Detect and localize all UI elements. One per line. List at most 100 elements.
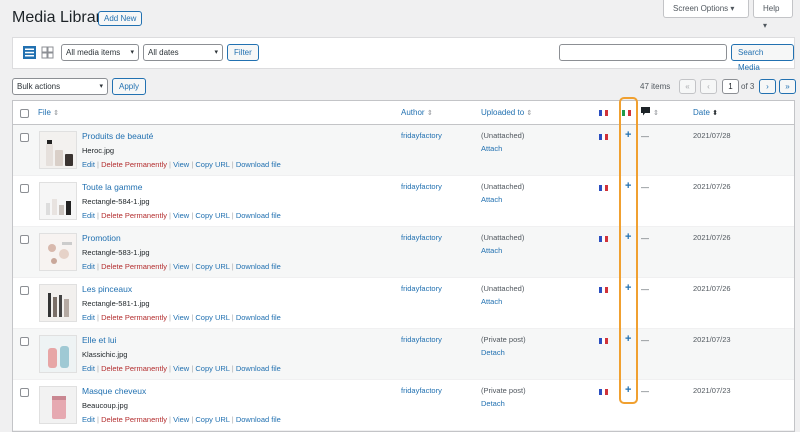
attach-link[interactable]: Attach: [481, 195, 502, 204]
download-file-link[interactable]: Download file: [236, 160, 281, 169]
list-view-icon[interactable]: [23, 46, 36, 59]
delete-permanently-link[interactable]: Delete Permanently: [101, 313, 167, 322]
row-checkbox[interactable]: [20, 337, 29, 346]
first-page-button[interactable]: «: [679, 79, 696, 94]
row-checkbox[interactable]: [20, 133, 29, 142]
copy-url-link[interactable]: Copy URL: [195, 262, 229, 271]
row-checkbox[interactable]: [20, 388, 29, 397]
column-file[interactable]: File ⇕: [38, 108, 59, 117]
delete-permanently-link[interactable]: Delete Permanently: [101, 415, 167, 424]
date-select[interactable]: All dates ▾: [143, 44, 223, 61]
no-comments-indicator: —: [641, 234, 649, 243]
upload-date: 2021/07/23: [693, 386, 731, 395]
edit-link[interactable]: Edit: [82, 211, 95, 220]
edit-link[interactable]: Edit: [82, 313, 95, 322]
french-flag-icon: [599, 389, 608, 395]
view-link[interactable]: View: [173, 262, 189, 271]
row-actions: Edit | Delete Permanently | View | Copy …: [82, 364, 281, 373]
copy-url-link[interactable]: Copy URL: [195, 313, 229, 322]
copy-url-link[interactable]: Copy URL: [195, 415, 229, 424]
media-thumbnail[interactable]: [39, 386, 77, 424]
separator: |: [97, 313, 99, 322]
author-link[interactable]: fridayfactory: [401, 233, 442, 242]
author-link[interactable]: fridayfactory: [401, 386, 442, 395]
media-type-select[interactable]: All media items ▾: [61, 44, 139, 61]
column-uploaded-to[interactable]: Uploaded to ⇕: [481, 108, 532, 117]
media-title-link[interactable]: Masque cheveux: [82, 386, 146, 396]
chevron-down-icon: ▾: [99, 83, 103, 90]
media-thumbnail[interactable]: [39, 233, 77, 271]
upload-date: 2021/07/26: [693, 182, 731, 191]
author-link[interactable]: fridayfactory: [401, 284, 442, 293]
media-title-link[interactable]: Promotion: [82, 233, 121, 243]
media-title-link[interactable]: Toute la gamme: [82, 182, 142, 192]
media-thumbnail[interactable]: [39, 284, 77, 322]
edit-link[interactable]: Edit: [82, 160, 95, 169]
media-thumbnail[interactable]: [39, 182, 77, 220]
uploaded-to-status: (Unattached): [481, 284, 525, 293]
separator: |: [231, 160, 234, 169]
view-link[interactable]: View: [173, 211, 189, 220]
row-actions: Edit | Delete Permanently | View | Copy …: [82, 415, 281, 424]
separator: |: [231, 415, 234, 424]
attach-link[interactable]: Detach: [481, 399, 505, 408]
delete-permanently-link[interactable]: Delete Permanently: [101, 364, 167, 373]
column-date[interactable]: Date ⬍: [693, 108, 718, 117]
apply-button[interactable]: Apply: [112, 78, 147, 95]
media-filename: Beaucoup.jpg: [82, 401, 128, 410]
download-file-link[interactable]: Download file: [236, 262, 281, 271]
add-new-button[interactable]: Add New: [98, 11, 143, 26]
delete-permanently-link[interactable]: Delete Permanently: [101, 262, 167, 271]
attach-link[interactable]: Attach: [481, 144, 502, 153]
prev-page-button[interactable]: ‹: [700, 79, 717, 94]
media-thumbnail[interactable]: [39, 131, 77, 169]
column-comments-sort[interactable]: ⇕: [653, 108, 659, 117]
filter-button[interactable]: Filter: [227, 44, 259, 61]
next-page-button[interactable]: ›: [759, 79, 776, 94]
column-author[interactable]: Author ⇕: [401, 108, 433, 117]
view-link[interactable]: View: [173, 160, 189, 169]
media-title-link[interactable]: Elle et lui: [82, 335, 117, 345]
chevron-down-icon: ▾: [130, 49, 134, 56]
view-link[interactable]: View: [173, 313, 189, 322]
download-file-link[interactable]: Download file: [236, 415, 281, 424]
copy-url-link[interactable]: Copy URL: [195, 160, 229, 169]
view-link[interactable]: View: [173, 364, 189, 373]
attach-link[interactable]: Detach: [481, 348, 505, 357]
table-header: File ⇕ Author ⇕ Uploaded to ⇕ ⇕ Date ⬍: [13, 101, 794, 125]
edit-link[interactable]: Edit: [82, 415, 95, 424]
view-link[interactable]: View: [173, 415, 189, 424]
author-link[interactable]: fridayfactory: [401, 335, 442, 344]
french-flag-icon: [599, 134, 608, 140]
author-link[interactable]: fridayfactory: [401, 182, 442, 191]
media-title-link[interactable]: Les pinceaux: [82, 284, 132, 294]
media-thumbnail[interactable]: [39, 335, 77, 373]
grid-view-icon[interactable]: [41, 46, 54, 59]
copy-url-link[interactable]: Copy URL: [195, 364, 229, 373]
author-link[interactable]: fridayfactory: [401, 131, 442, 140]
delete-permanently-link[interactable]: Delete Permanently: [101, 211, 167, 220]
row-checkbox[interactable]: [20, 286, 29, 295]
last-page-button[interactable]: »: [779, 79, 796, 94]
help-button[interactable]: Help ▾: [753, 0, 793, 30]
delete-permanently-link[interactable]: Delete Permanently: [101, 160, 167, 169]
sort-desc-icon: ⬍: [712, 110, 719, 117]
download-file-link[interactable]: Download file: [236, 364, 281, 373]
row-checkbox[interactable]: [20, 184, 29, 193]
search-input[interactable]: [559, 44, 727, 61]
attach-link[interactable]: Attach: [481, 246, 502, 255]
select-all-checkbox[interactable]: [20, 109, 29, 118]
separator: |: [191, 415, 194, 424]
edit-link[interactable]: Edit: [82, 262, 95, 271]
attach-link[interactable]: Attach: [481, 297, 502, 306]
screen-options-button[interactable]: Screen Options ▾: [663, 0, 749, 18]
download-file-link[interactable]: Download file: [236, 313, 281, 322]
copy-url-link[interactable]: Copy URL: [195, 211, 229, 220]
bulk-actions-select[interactable]: Bulk actions ▾: [12, 78, 108, 95]
download-file-link[interactable]: Download file: [236, 211, 281, 220]
media-title-link[interactable]: Produits de beauté: [82, 131, 153, 141]
search-media-button[interactable]: Search Media: [731, 44, 794, 72]
edit-link[interactable]: Edit: [82, 364, 95, 373]
row-checkbox[interactable]: [20, 235, 29, 244]
current-page-input[interactable]: 1: [722, 79, 739, 94]
